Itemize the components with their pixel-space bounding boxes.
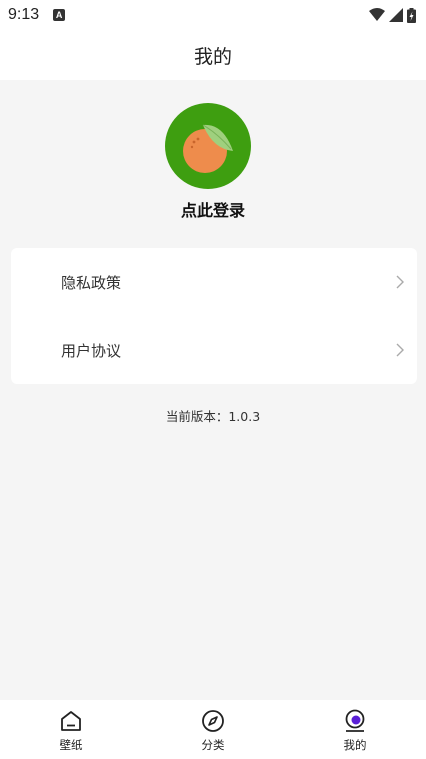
nav-tab-category[interactable]: 分类 [142,700,284,759]
nav-tab-label: 我的 [343,738,367,752]
wifi-icon [369,8,385,21]
status-bar: 9:13 A [0,0,426,30]
nav-tab-label: 壁纸 [59,738,83,752]
profile-icon [342,708,368,734]
status-left: 9:13 A [8,6,66,24]
menu-item-user-agreement[interactable]: 用户协议 [11,316,417,384]
settings-card: 隐私政策 用户协议 [11,248,417,384]
a-notification-icon: A [53,9,66,21]
chevron-right-icon [396,275,404,289]
chevron-right-icon [396,343,404,357]
nav-tab-label: 分类 [201,738,225,752]
page-title: 我的 [193,45,232,68]
compass-icon [200,708,226,734]
menu-item-label: 隐私政策 [61,273,122,292]
signal-icon [389,8,403,22]
menu-item-label: 用户协议 [61,341,122,360]
battery-charging-icon [407,7,416,23]
orange-fruit-icon [183,124,233,173]
status-time: 9:13 [8,6,40,23]
avatar[interactable] [165,103,251,189]
bottom-navigation: 壁纸 分类 我的 [0,700,426,759]
nav-tab-mine[interactable]: 我的 [284,700,426,759]
login-link[interactable]: 点此登录 [0,197,426,221]
top-app-bar: 我的 [0,30,426,80]
version-text: 当前版本：1.0.3 [165,409,261,424]
home-icon [58,708,84,734]
menu-item-privacy-policy[interactable]: 隐私政策 [11,248,417,316]
nav-tab-wallpaper[interactable]: 壁纸 [0,700,142,759]
status-right [369,7,416,23]
